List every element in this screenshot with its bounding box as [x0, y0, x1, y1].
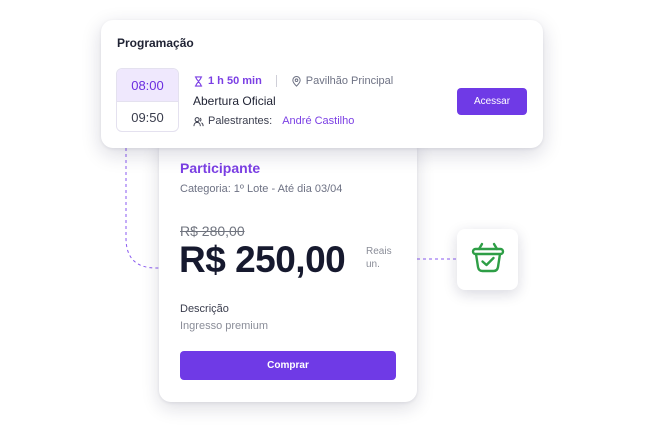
ticket-category: Categoria: 1º Lote - Até dia 03/04	[180, 183, 343, 195]
meta-divider	[275, 75, 277, 87]
old-price: R$ 280,00	[180, 223, 245, 239]
buy-button[interactable]: Comprar	[180, 351, 396, 380]
session-meta: 1 h 50 min Pavilhão Principal	[193, 74, 393, 88]
location-pin-icon	[291, 75, 302, 87]
hourglass-icon	[193, 75, 204, 87]
time-box: 08:00 09:50	[116, 68, 179, 132]
connector-left	[125, 148, 160, 269]
schedule-title: Programação	[117, 36, 194, 50]
price-unit: Reais un.	[366, 246, 392, 270]
basket-check-icon	[470, 239, 506, 280]
description-label: Descrição	[180, 303, 229, 315]
description-value: Ingresso premium	[180, 320, 269, 332]
access-button[interactable]: Acessar	[457, 88, 527, 115]
session-title: Abertura Oficial	[193, 94, 276, 108]
duration: 1 h 50 min	[208, 75, 262, 87]
users-icon	[193, 116, 204, 127]
time-start: 08:00	[117, 69, 178, 101]
ticket-title: Participante	[180, 160, 261, 176]
schedule-card: Programação 08:00 09:50 1 h 50 min Pavil…	[101, 20, 543, 148]
price: R$ 250,00	[179, 239, 346, 280]
location: Pavilhão Principal	[305, 75, 394, 87]
time-end: 09:50	[117, 101, 178, 131]
speaker-name-link[interactable]: André Castilho	[282, 115, 354, 127]
ticket-card: Participante Categoria: 1º Lote - Até di…	[159, 138, 417, 402]
speakers-row: Palestrantes: André Castilho	[193, 114, 354, 128]
speakers-label: Palestrantes:	[208, 115, 273, 127]
basket-badge	[457, 229, 518, 290]
